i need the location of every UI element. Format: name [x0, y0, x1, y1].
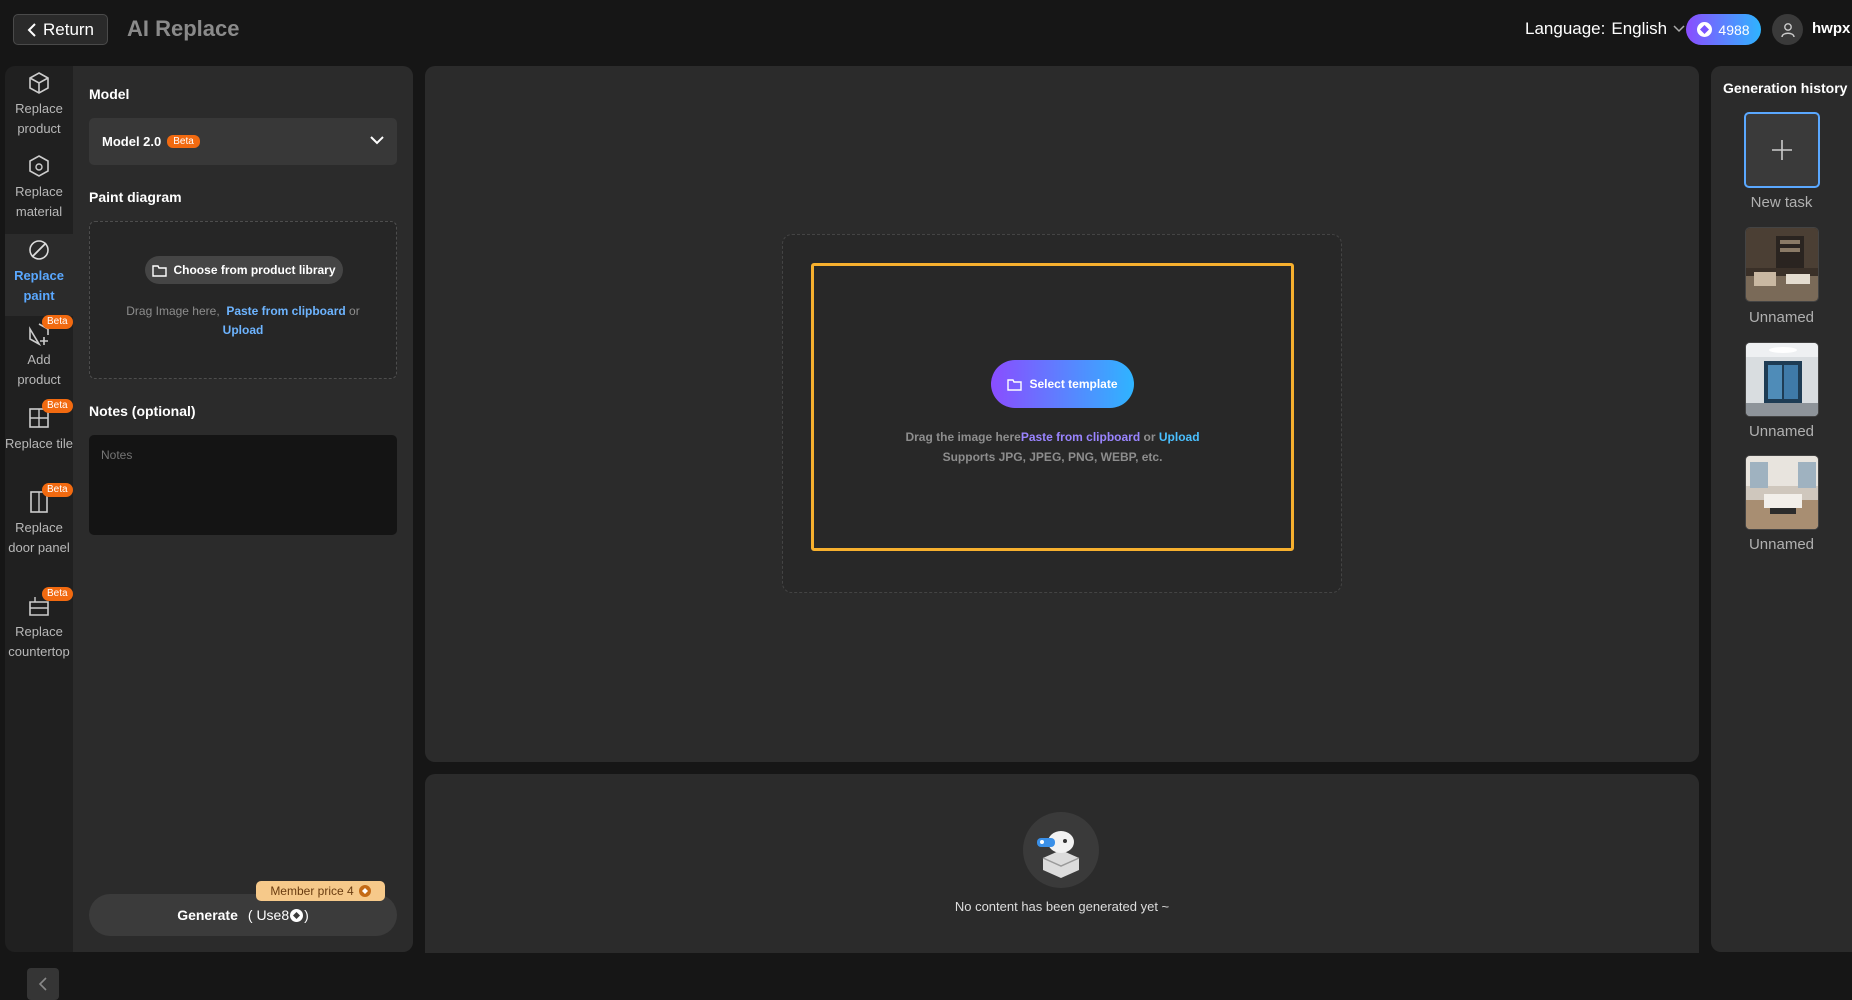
- tool-label: Replace product: [15, 101, 63, 136]
- user-icon: [1780, 22, 1795, 37]
- generate-cost: ( Use8: [247, 907, 290, 923]
- language-selector[interactable]: Language: English: [1525, 19, 1685, 39]
- or-text: or: [1143, 430, 1156, 444]
- choose-library-button[interactable]: Choose from product library: [145, 256, 343, 284]
- points-value: 4988: [1718, 21, 1750, 38]
- top-bar: Return AI Replace Language: English 4988…: [0, 0, 1852, 60]
- paint-brush-icon: [29, 240, 49, 260]
- member-price-text: Member price 4: [270, 884, 354, 898]
- language-label: Language:: [1525, 19, 1606, 38]
- generate-close: ): [304, 907, 309, 923]
- beta-badge: Beta: [167, 135, 200, 148]
- history-item-label: Unnamed: [1748, 423, 1815, 440]
- or-text: or: [349, 304, 360, 318]
- tool-label: Replace countertop: [8, 624, 70, 659]
- chevron-down-icon: [1673, 25, 1685, 33]
- folder-icon: [152, 264, 168, 277]
- choose-library-label: Choose from product library: [173, 263, 336, 277]
- select-template-label: Select template: [1029, 377, 1118, 391]
- select-template-button[interactable]: Select template: [991, 360, 1134, 408]
- tool-rail: Replace product Replace material Replace…: [5, 66, 73, 1000]
- template-drop-zone[interactable]: Select template Drag the image herePaste…: [782, 234, 1342, 593]
- coin-icon: [1697, 22, 1713, 37]
- tool-replace-countertop[interactable]: Replace countertop Beta: [5, 587, 73, 672]
- model-label: Model: [89, 86, 130, 102]
- generation-history-panel: Generation history New task Unnamed Unna…: [1711, 66, 1852, 952]
- history-thumbnail[interactable]: [1745, 342, 1819, 417]
- chevron-left-icon: [27, 22, 36, 37]
- canvas-panel: Select template Drag the image herePaste…: [425, 66, 1699, 762]
- cube-material-icon: [29, 155, 49, 177]
- generate-label: Generate: [177, 907, 238, 923]
- tool-label: Replace paint: [14, 268, 64, 303]
- chevron-down-icon: [370, 136, 384, 145]
- history-item-label: Unnamed: [1748, 536, 1815, 553]
- model-select[interactable]: Model 2.0 Beta: [89, 118, 397, 165]
- language-value: English: [1611, 19, 1668, 38]
- chevron-left-icon: [38, 977, 47, 991]
- new-task-button[interactable]: [1744, 112, 1820, 188]
- paste-link[interactable]: Paste from clipboard: [226, 304, 345, 318]
- notes-field[interactable]: [89, 435, 397, 535]
- return-button[interactable]: Return: [13, 14, 108, 45]
- model-value: Model 2.0: [102, 134, 162, 149]
- history-item-label: Unnamed: [1748, 309, 1815, 326]
- tool-replace-paint[interactable]: Replace paint: [5, 234, 73, 316]
- beta-badge: Beta: [42, 399, 73, 413]
- coin-icon: [358, 885, 371, 897]
- supported-formats: Supports JPG, JPEG, PNG, WEBP, etc.: [942, 450, 1163, 464]
- history-thumbnail[interactable]: [1745, 455, 1819, 530]
- beta-badge: Beta: [42, 315, 73, 329]
- paint-drop-zone[interactable]: Choose from product library Drag Image h…: [89, 221, 397, 379]
- template-frame: Select template Drag the image herePaste…: [811, 263, 1294, 551]
- tool-replace-tile[interactable]: Replace tile Beta: [5, 399, 73, 484]
- empty-robot-icon: [1023, 812, 1099, 888]
- history-thumbnail[interactable]: [1745, 227, 1819, 302]
- tool-label: Replace tile: [5, 436, 73, 451]
- beta-badge: Beta: [42, 483, 73, 497]
- paint-diagram-label: Paint diagram: [89, 189, 182, 205]
- history-title: Generation history: [1723, 80, 1848, 96]
- upload-link[interactable]: Upload: [1159, 430, 1200, 444]
- tool-label: Add product: [17, 352, 61, 387]
- drag-text: Drag the image here: [905, 430, 1021, 444]
- new-task-label: New task: [1750, 194, 1813, 211]
- empty-state-text: No content has been generated yet ~: [954, 899, 1170, 914]
- collapse-sidebar-button[interactable]: [27, 968, 59, 1000]
- folder-icon: [1007, 378, 1023, 391]
- template-instructions: Drag the image herePaste from clipboard …: [814, 427, 1291, 467]
- tool-replace-material[interactable]: Replace material: [5, 150, 73, 232]
- tool-replace-door-panel[interactable]: Replace door panel Beta: [5, 483, 73, 588]
- cube-swap-icon: [29, 72, 49, 94]
- tool-label: Replace material: [15, 184, 63, 219]
- coin-icon: [290, 908, 304, 922]
- plus-icon: [1772, 140, 1792, 160]
- username: hwpx: [1812, 20, 1851, 37]
- tool-label: Replace door panel: [8, 520, 70, 555]
- return-label: Return: [42, 19, 95, 39]
- avatar[interactable]: [1772, 14, 1803, 45]
- settings-panel: Model Model 2.0 Beta Paint diagram Choos…: [73, 66, 413, 952]
- output-panel: No content has been generated yet ~: [425, 774, 1699, 953]
- paste-link[interactable]: Paste from clipboard: [1021, 430, 1140, 444]
- page-title: AI Replace: [127, 16, 240, 41]
- drag-text: Drag Image here,: [126, 304, 220, 318]
- notes-label: Notes (optional): [89, 403, 196, 419]
- beta-badge: Beta: [42, 587, 73, 601]
- tool-add-product[interactable]: Add product Beta: [5, 315, 73, 400]
- tool-replace-product[interactable]: Replace product: [5, 66, 73, 148]
- points-badge[interactable]: 4988: [1686, 14, 1761, 45]
- drop-instructions: Drag Image here, Paste from clipboard or…: [90, 302, 396, 340]
- member-price-tag: Member price 4: [256, 881, 385, 901]
- upload-link[interactable]: Upload: [223, 323, 264, 337]
